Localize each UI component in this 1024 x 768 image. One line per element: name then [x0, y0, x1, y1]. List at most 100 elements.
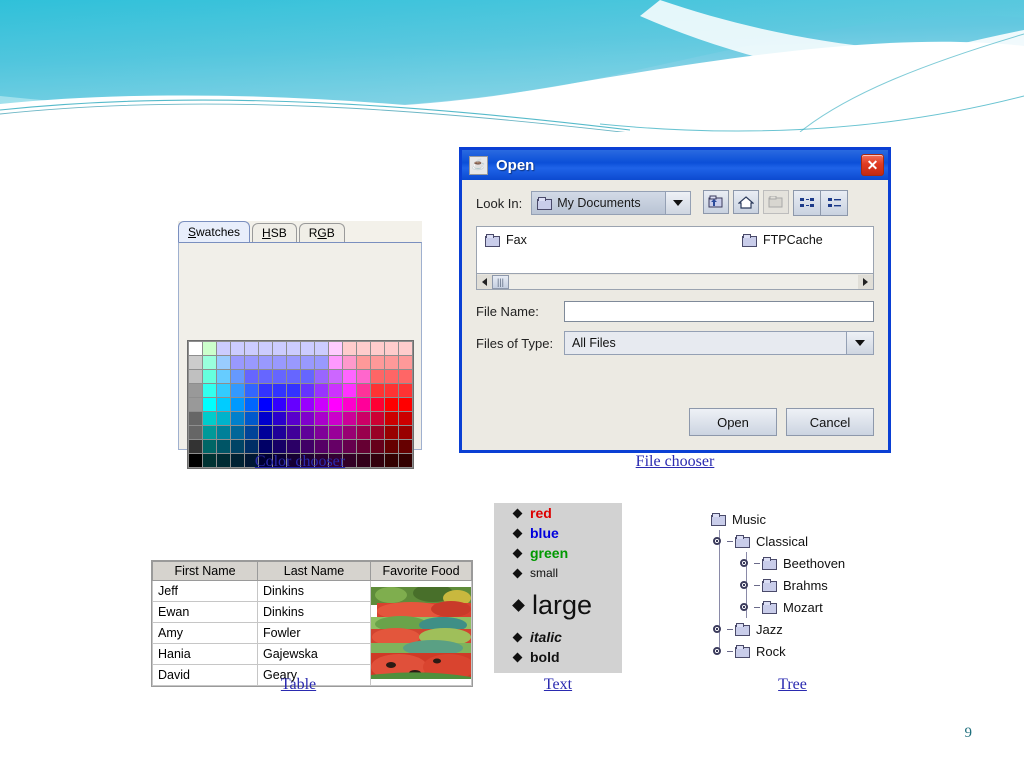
color-swatch[interactable] [399, 356, 412, 369]
color-swatch[interactable] [231, 398, 244, 411]
color-swatch[interactable] [329, 384, 342, 397]
color-swatch[interactable] [357, 342, 370, 355]
color-swatch[interactable] [287, 426, 300, 439]
color-swatch[interactable] [203, 398, 216, 411]
tab-swatches[interactable]: Swatches [178, 221, 251, 243]
file-list-scrollbar[interactable]: ||| [476, 274, 874, 290]
color-swatch[interactable] [399, 342, 412, 355]
color-swatch[interactable] [231, 412, 244, 425]
color-swatch[interactable] [315, 356, 328, 369]
color-swatch[interactable] [245, 398, 258, 411]
file-name-input[interactable] [564, 301, 874, 322]
color-swatch[interactable] [189, 426, 202, 439]
text-demo[interactable]: red blue green small large italic bold [494, 503, 622, 673]
color-swatch[interactable] [273, 440, 286, 453]
color-swatch[interactable] [343, 426, 356, 439]
tree-node-jazz[interactable]: Jazz [705, 618, 880, 640]
color-swatch[interactable] [385, 342, 398, 355]
color-swatch[interactable] [273, 342, 286, 355]
color-swatch[interactable] [315, 384, 328, 397]
color-swatch[interactable] [357, 370, 370, 383]
file-list[interactable]: Fax FTPCache [476, 226, 874, 274]
color-swatch[interactable] [315, 440, 328, 453]
color-swatch[interactable] [217, 370, 230, 383]
color-swatch[interactable] [385, 356, 398, 369]
details-view-button[interactable] [820, 191, 847, 215]
list-view-button[interactable] [794, 191, 820, 215]
color-swatch[interactable] [189, 356, 202, 369]
color-swatch[interactable] [203, 370, 216, 383]
color-swatch[interactable] [273, 384, 286, 397]
color-swatch[interactable] [189, 370, 202, 383]
color-swatch[interactable] [399, 440, 412, 453]
color-swatch[interactable] [245, 356, 258, 369]
up-one-level-button[interactable] [703, 190, 730, 214]
color-swatch[interactable] [301, 342, 314, 355]
color-swatch[interactable] [399, 370, 412, 383]
color-swatch[interactable] [259, 440, 272, 453]
color-swatch[interactable] [301, 440, 314, 453]
color-swatch[interactable] [371, 426, 384, 439]
color-swatch[interactable] [399, 426, 412, 439]
color-swatch[interactable] [329, 426, 342, 439]
color-swatch[interactable] [343, 370, 356, 383]
color-swatch[interactable] [245, 342, 258, 355]
color-swatch[interactable] [371, 342, 384, 355]
color-swatch[interactable] [385, 384, 398, 397]
color-swatch[interactable] [259, 412, 272, 425]
color-swatch[interactable] [287, 398, 300, 411]
color-swatch[interactable] [273, 356, 286, 369]
color-swatch[interactable] [259, 384, 272, 397]
scroll-left-icon[interactable] [477, 274, 492, 289]
table-row[interactable]: Jeff Dinkins [152, 580, 472, 686]
cancel-button[interactable]: Cancel [786, 408, 874, 436]
tree-demo[interactable]: Music Classical Beethoven Brahms Mozart … [705, 508, 880, 668]
tree-node-rock[interactable]: Rock [705, 640, 880, 662]
color-swatch[interactable] [329, 398, 342, 411]
tree-node-brahms[interactable]: Brahms [705, 574, 880, 596]
color-swatch[interactable] [245, 440, 258, 453]
color-swatch[interactable] [189, 412, 202, 425]
color-swatch[interactable] [287, 440, 300, 453]
color-swatch[interactable] [371, 440, 384, 453]
color-swatch[interactable] [329, 356, 342, 369]
color-swatch[interactable] [259, 342, 272, 355]
tree-node-classical[interactable]: Classical [705, 530, 880, 552]
scroll-right-icon[interactable] [858, 274, 873, 289]
color-swatch[interactable] [315, 370, 328, 383]
color-swatch[interactable] [287, 370, 300, 383]
color-swatch-grid[interactable] [187, 340, 414, 469]
scrollbar-track[interactable] [509, 274, 858, 289]
color-swatch[interactable] [385, 426, 398, 439]
color-swatch[interactable] [231, 426, 244, 439]
color-swatch[interactable] [301, 356, 314, 369]
color-swatch[interactable] [231, 356, 244, 369]
color-swatch[interactable] [203, 412, 216, 425]
open-button[interactable]: Open [689, 408, 777, 436]
color-swatch[interactable] [231, 384, 244, 397]
color-swatch[interactable] [329, 440, 342, 453]
color-swatch[interactable] [203, 426, 216, 439]
color-swatch[interactable] [273, 412, 286, 425]
color-swatch[interactable] [231, 342, 244, 355]
home-button[interactable] [733, 190, 760, 214]
color-swatch[interactable] [343, 412, 356, 425]
files-of-type-combobox[interactable]: All Files [564, 331, 874, 355]
color-swatch[interactable] [357, 356, 370, 369]
color-swatch[interactable] [315, 426, 328, 439]
color-swatch[interactable] [399, 398, 412, 411]
tree-node-music[interactable]: Music [705, 508, 880, 530]
color-swatch[interactable] [301, 426, 314, 439]
tree-expand-handle-icon[interactable] [740, 579, 753, 592]
color-swatch[interactable] [217, 398, 230, 411]
color-swatch[interactable] [329, 370, 342, 383]
color-swatch[interactable] [371, 356, 384, 369]
color-swatch[interactable] [287, 384, 300, 397]
color-swatch[interactable] [189, 342, 202, 355]
color-swatch[interactable] [273, 398, 286, 411]
color-swatch[interactable] [385, 412, 398, 425]
look-in-combobox[interactable]: My Documents [531, 191, 692, 215]
color-swatch[interactable] [245, 370, 258, 383]
tree-expand-handle-icon[interactable] [713, 535, 726, 548]
tree-expand-handle-icon[interactable] [740, 601, 753, 614]
